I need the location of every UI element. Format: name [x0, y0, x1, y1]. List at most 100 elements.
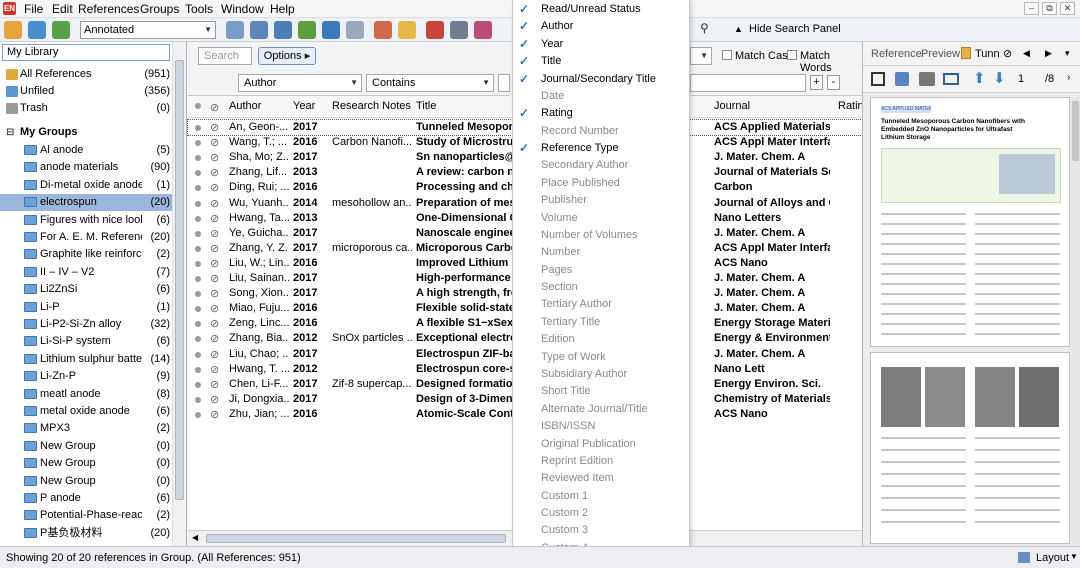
options-button[interactable]: Options ▸ [258, 47, 316, 65]
read-status-icon[interactable] [195, 185, 201, 192]
column-option[interactable]: Section [513, 279, 691, 296]
group-item[interactable]: Potential-Phase-reaction (2) [0, 507, 172, 524]
copy-icon[interactable] [250, 21, 268, 39]
read-status-icon[interactable] [195, 230, 201, 237]
next-tab-icon[interactable]: ▶ [1045, 48, 1052, 59]
open-external-icon[interactable] [871, 72, 885, 86]
column-option[interactable]: Type of Work [513, 349, 691, 366]
tab-pdf[interactable]: Tunn [975, 48, 1000, 60]
read-status-icon[interactable] [195, 215, 201, 222]
column-option[interactable]: Subsidiary Author [513, 366, 691, 383]
read-status-icon[interactable] [195, 396, 201, 403]
column-header-title[interactable]: Title [416, 100, 436, 112]
column-option[interactable]: Number [513, 244, 691, 261]
group-item[interactable]: Figures with nice look (6) [0, 212, 172, 229]
column-header-rating[interactable]: Ratin [838, 100, 864, 112]
read-status-icon[interactable] [195, 381, 201, 388]
output-style-select[interactable]: Annotated ▼ [80, 21, 216, 39]
group-item[interactable]: P anode (6) [0, 490, 172, 507]
group-item[interactable]: Al anode (5) [0, 142, 172, 159]
group-panel-scrollbar[interactable] [172, 42, 186, 546]
tab-menu-icon[interactable]: ▾ [1065, 48, 1070, 59]
group-item[interactable]: Li-Zn-P (9) [0, 368, 172, 385]
column-option[interactable]: Custom 3 [513, 522, 691, 539]
group-item[interactable]: Li2ZnSi (6) [0, 281, 172, 298]
group-item[interactable]: New Group (0) [0, 455, 172, 472]
read-status-icon[interactable] [195, 200, 201, 207]
remove-search-row-button[interactable]: - [827, 75, 840, 90]
match-words-checkbox[interactable] [787, 50, 797, 60]
read-status-icon[interactable] [195, 306, 201, 313]
column-option[interactable]: Custom 2 [513, 505, 691, 522]
column-option[interactable]: ✓ Reference Type [513, 140, 691, 157]
read-status-icon[interactable] [195, 170, 201, 177]
group-item[interactable]: metal oxide anode (6) [0, 403, 172, 420]
minimize-button[interactable]: – [1024, 2, 1039, 15]
page-number[interactable]: 1 [1018, 73, 1024, 85]
read-status-icon[interactable] [195, 411, 201, 418]
folder-icon[interactable] [398, 21, 416, 39]
group-item[interactable]: P基负极材料 (20) [0, 525, 172, 542]
preview-scrollbar[interactable] [1071, 97, 1080, 544]
group-item[interactable]: meatl anode (8) [0, 386, 172, 403]
scroll-thumb[interactable] [1072, 101, 1079, 161]
read-status-icon[interactable] [195, 366, 201, 373]
column-option[interactable]: Record Number [513, 123, 691, 140]
read-status-icon[interactable] [195, 351, 201, 358]
local-library-icon[interactable] [4, 21, 22, 39]
search-input[interactable]: Search [198, 47, 252, 65]
tab-preview[interactable]: Preview [921, 48, 960, 60]
tab-reference[interactable]: Reference [871, 48, 922, 60]
column-option[interactable]: ✓ Read/Unread Status [513, 1, 691, 18]
pdf-toolbar-more-icon[interactable]: › [1067, 72, 1070, 83]
pdf-icon[interactable] [426, 21, 444, 39]
column-header-journal[interactable]: Journal [714, 100, 750, 112]
page-down-icon[interactable]: ⬇ [993, 69, 1006, 87]
column-option[interactable]: Place Published [513, 175, 691, 192]
column-option[interactable]: ✓ Author [513, 18, 691, 35]
format-icon[interactable] [450, 21, 468, 39]
group-item[interactable]: anode materials (90) [0, 159, 172, 176]
search-term-input[interactable] [498, 74, 510, 92]
group-item[interactable]: Di-metal oxide anode (1) [0, 177, 172, 194]
cite-icon[interactable] [474, 21, 492, 39]
scroll-left-icon[interactable]: ◀ [192, 533, 198, 542]
read-status-icon[interactable] [195, 125, 201, 131]
read-status-icon[interactable] [195, 321, 201, 328]
export-icon[interactable] [322, 21, 340, 39]
search-icon[interactable]: ⚲ [700, 21, 709, 35]
column-header-author[interactable]: Author [229, 100, 261, 112]
restore-button[interactable]: ⧉ [1042, 2, 1057, 15]
my-groups-header[interactable]: ⊟ My Groups [0, 124, 172, 141]
column-header-research-notes[interactable]: Research Notes [332, 100, 411, 112]
menu-tools[interactable]: Tools [185, 2, 213, 16]
pdf-page-2[interactable] [870, 352, 1070, 544]
read-status-icon[interactable] [195, 245, 201, 252]
column-option[interactable]: Short Title [513, 383, 691, 400]
page-up-icon[interactable]: ⬆ [973, 69, 986, 87]
group-item[interactable]: II – IV – V2 (7) [0, 264, 172, 281]
group-item[interactable]: electrospun (20) [0, 194, 172, 212]
column-option[interactable]: Volume [513, 210, 691, 227]
group-item[interactable]: Li-P (1) [0, 299, 172, 316]
column-option[interactable]: Publisher [513, 192, 691, 209]
new-reference-icon[interactable] [226, 21, 244, 39]
column-option[interactable]: ✓ Rating [513, 105, 691, 122]
column-option[interactable]: Reprint Edition [513, 453, 691, 470]
prev-tab-icon[interactable]: ◀ [1023, 48, 1030, 59]
add-search-row-button[interactable]: + [810, 75, 823, 90]
scroll-thumb[interactable] [206, 534, 506, 543]
column-option[interactable]: Custom 1 [513, 488, 691, 505]
group-item[interactable]: Li-P2-Si-Zn alloy (32) [0, 316, 172, 333]
menu-references[interactable]: References [78, 2, 139, 16]
read-status-icon[interactable] [195, 336, 201, 343]
group-item[interactable]: Graphite like reinforcin... (2) [0, 246, 172, 263]
attachment-icon[interactable]: ⊘ [1003, 47, 1012, 60]
close-button[interactable]: ✕ [1060, 2, 1075, 15]
group-item[interactable]: For A. E. M. References (20) [0, 229, 172, 246]
column-option[interactable]: Alternate Journal/Title [513, 401, 691, 418]
column-option[interactable]: Secondary Author [513, 157, 691, 174]
column-option[interactable]: ✓ Journal/Secondary Title [513, 71, 691, 88]
read-status-icon[interactable] [195, 140, 201, 147]
column-option[interactable]: Pages [513, 262, 691, 279]
